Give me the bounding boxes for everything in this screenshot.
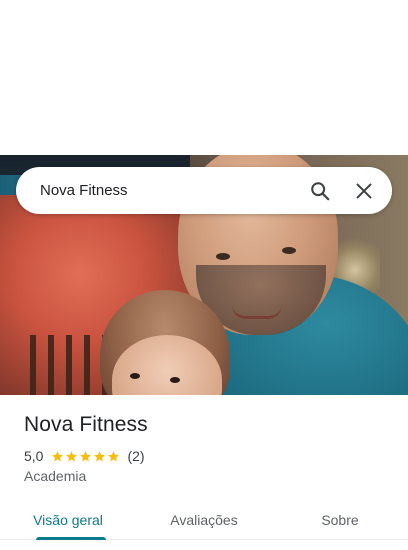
close-button[interactable]: [342, 169, 386, 213]
place-title: Nova Fitness: [24, 413, 148, 436]
photo-child-eye: [170, 377, 180, 383]
photo-person-eye: [216, 253, 230, 260]
place-tabs: Visão geral Avaliações Sobre: [0, 500, 408, 540]
photo-person-eye: [282, 247, 296, 254]
tab-overview[interactable]: Visão geral: [0, 500, 136, 540]
search-input[interactable]: [16, 167, 298, 214]
tab-about[interactable]: Sobre: [272, 500, 408, 539]
star-icon: [80, 450, 92, 461]
search-icon: [311, 181, 330, 200]
place-category: Academia: [24, 468, 87, 484]
tab-label: Avaliações: [170, 511, 238, 528]
photo-child-eye: [130, 373, 140, 379]
tab-label: Sobre: [321, 511, 359, 528]
rating-stars: [51, 450, 121, 463]
star-icon: [52, 450, 64, 461]
star-icon: [94, 450, 106, 461]
tab-label: Visão geral: [33, 511, 103, 528]
search-button[interactable]: [298, 169, 342, 213]
close-icon: [356, 183, 372, 198]
star-icon: [66, 450, 78, 461]
rating-row[interactable]: 5,0 (2): [24, 446, 145, 466]
place-details-page: Nova Fitness 5,0 (2) Academia Visão gera…: [0, 0, 408, 550]
tab-reviews[interactable]: Avaliações: [136, 500, 272, 539]
review-count: (2): [127, 448, 145, 464]
photo-person-smile: [232, 305, 282, 319]
star-icon: [108, 450, 120, 461]
search-bar: [16, 167, 392, 214]
rating-value: 5,0: [24, 448, 44, 464]
